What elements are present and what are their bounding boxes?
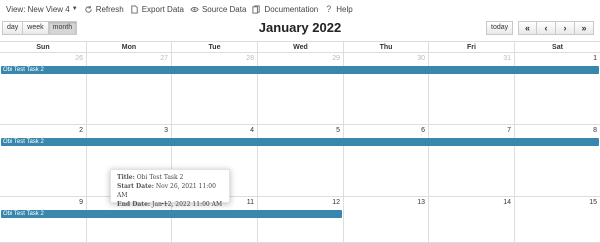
document-icon — [130, 4, 139, 14]
day-number: 7 — [507, 127, 511, 134]
day-number: 12 — [332, 199, 340, 206]
day-cell[interactable]: 1 — [514, 53, 600, 124]
calendar-grid: Sun Mon Tue Wed Thu Fri Sat 26 27 28 29 30 31 1 2 3 4 5 6… — [0, 41, 600, 243]
day-cell[interactable]: 9 — [0, 197, 86, 242]
prev-year-button[interactable]: « — [518, 21, 537, 35]
day-cell[interactable]: 13 — [343, 197, 428, 242]
day-cell[interactable]: 15 — [514, 197, 600, 242]
day-cell[interactable]: 7 — [428, 125, 514, 196]
day-cell[interactable]: 28 — [171, 53, 257, 124]
day-of-week-sat: Sat — [514, 42, 600, 53]
day-number: 2 — [79, 127, 83, 134]
documentation-button[interactable]: Documentation — [252, 5, 318, 14]
day-cell[interactable]: 26 — [0, 53, 86, 124]
refresh-icon — [84, 5, 93, 14]
tooltip-end-value: Jan 12, 2022 11:00 AM — [152, 201, 223, 208]
day-number: 29 — [332, 55, 340, 62]
day-number: 6 — [421, 127, 425, 134]
day-cell[interactable]: 2 — [0, 125, 86, 196]
view-selector[interactable]: View: New View 4 ▼ — [6, 5, 78, 14]
day-number: 13 — [417, 199, 425, 206]
day-of-week-thu: Thu — [343, 42, 428, 53]
week-view-button[interactable]: week — [23, 21, 49, 35]
calendar-event[interactable]: Obi Test Task 2 — [1, 210, 342, 218]
month-view-button[interactable]: month — [48, 21, 78, 35]
week-row: 2 3 4 5 6 7 8 — [0, 125, 600, 197]
day-number: 9 — [79, 199, 83, 206]
day-number: 5 — [336, 127, 340, 134]
day-cell[interactable]: 5 — [257, 125, 343, 196]
refresh-button[interactable]: Refresh — [84, 5, 124, 14]
calendar-event[interactable]: Obi Test Task 2 — [1, 66, 599, 74]
chevron-down-icon: ▼ — [71, 6, 78, 12]
tooltip-end-label: End Date: — [117, 201, 151, 208]
day-cell[interactable]: 8 — [514, 125, 600, 196]
export-data-label: Export Data — [141, 4, 184, 14]
export-data-button[interactable]: Export Data — [130, 5, 184, 14]
day-of-week-tue: Tue — [171, 42, 257, 53]
day-number: 27 — [160, 55, 168, 62]
day-view-button[interactable]: day — [2, 21, 24, 35]
week-row: 26 27 28 29 30 31 1 — [0, 53, 600, 125]
refresh-label: Refresh — [95, 4, 124, 14]
toolbar: View: New View 4 ▼ Refresh Export Data S… — [0, 0, 600, 18]
help-label: Help — [336, 4, 353, 14]
day-number: 30 — [417, 55, 425, 62]
day-of-week-wed: Wed — [257, 42, 343, 53]
calendar-event[interactable]: Obi Test Task 2 — [1, 138, 599, 146]
tooltip-end-row: End Date: Jan 12, 2022 11:00 AM — [117, 200, 223, 209]
day-number: 31 — [503, 55, 511, 62]
tooltip-title-row: Title: Obi Test Task 2 — [117, 173, 223, 182]
day-of-week-mon: Mon — [86, 42, 171, 53]
documentation-label: Documentation — [264, 4, 319, 14]
view-switcher: day week month — [2, 21, 78, 35]
tooltip-start-label: Start Date: — [117, 183, 154, 190]
day-number: 1 — [593, 55, 597, 62]
day-cell[interactable]: 6 — [343, 125, 428, 196]
view-selector-label: View: New View 4 — [6, 4, 70, 14]
day-number: 15 — [589, 199, 597, 206]
day-number: 28 — [246, 55, 254, 62]
question-icon: ? — [326, 3, 332, 14]
day-cell[interactable]: 31 — [428, 53, 514, 124]
day-of-week-header: Sun Mon Tue Wed Thu Fri Sat — [0, 41, 600, 53]
day-number: 26 — [75, 55, 83, 62]
source-data-label: Source Data — [201, 4, 247, 14]
day-number: 11 — [246, 199, 254, 206]
navigation-buttons: « ‹ › » — [518, 21, 594, 35]
day-of-week-sun: Sun — [36, 44, 50, 51]
today-button[interactable]: today — [486, 21, 514, 35]
next-month-button[interactable]: › — [556, 21, 575, 35]
event-tooltip: Title: Obi Test Task 2 Start Date: Nov 2… — [110, 169, 230, 208]
help-button[interactable]: ? Help — [324, 3, 353, 14]
week-row: 9101112131415 — [0, 197, 600, 243]
next-year-button[interactable]: » — [575, 21, 594, 35]
day-cell[interactable]: 29 — [257, 53, 343, 124]
day-cell[interactable]: 12 — [257, 197, 343, 242]
prev-month-button[interactable]: ‹ — [537, 21, 556, 35]
day-number: 3 — [164, 127, 168, 134]
documents-icon — [252, 4, 261, 14]
tooltip-title-label: Title: — [117, 174, 135, 181]
day-cell[interactable]: 14 — [428, 197, 514, 242]
day-of-week-fri: Fri — [428, 42, 514, 53]
tooltip-start-row: Start Date: Nov 26, 2021 11:00 AM — [117, 182, 223, 200]
day-number: 4 — [250, 127, 254, 134]
day-cell[interactable]: 30 — [343, 53, 428, 124]
source-data-button[interactable]: Source Data — [190, 5, 246, 14]
eye-icon — [190, 5, 199, 14]
day-number: 8 — [593, 127, 597, 134]
tooltip-title-value: Obi Test Task 2 — [136, 174, 184, 181]
day-cell[interactable]: 27 — [86, 53, 171, 124]
day-number: 14 — [503, 199, 511, 206]
